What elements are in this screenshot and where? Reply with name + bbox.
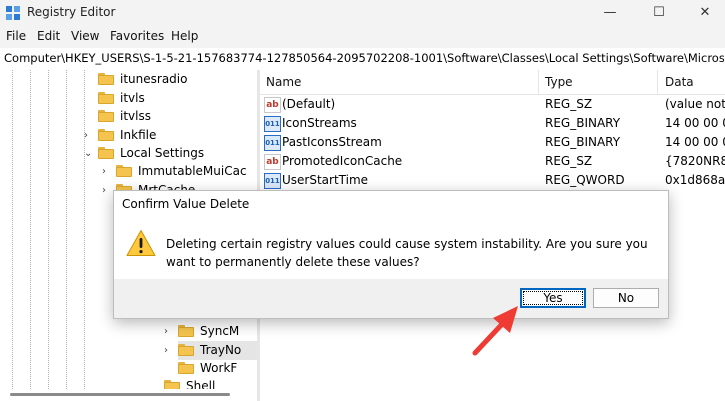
annotation-arrow-icon (472, 306, 518, 356)
